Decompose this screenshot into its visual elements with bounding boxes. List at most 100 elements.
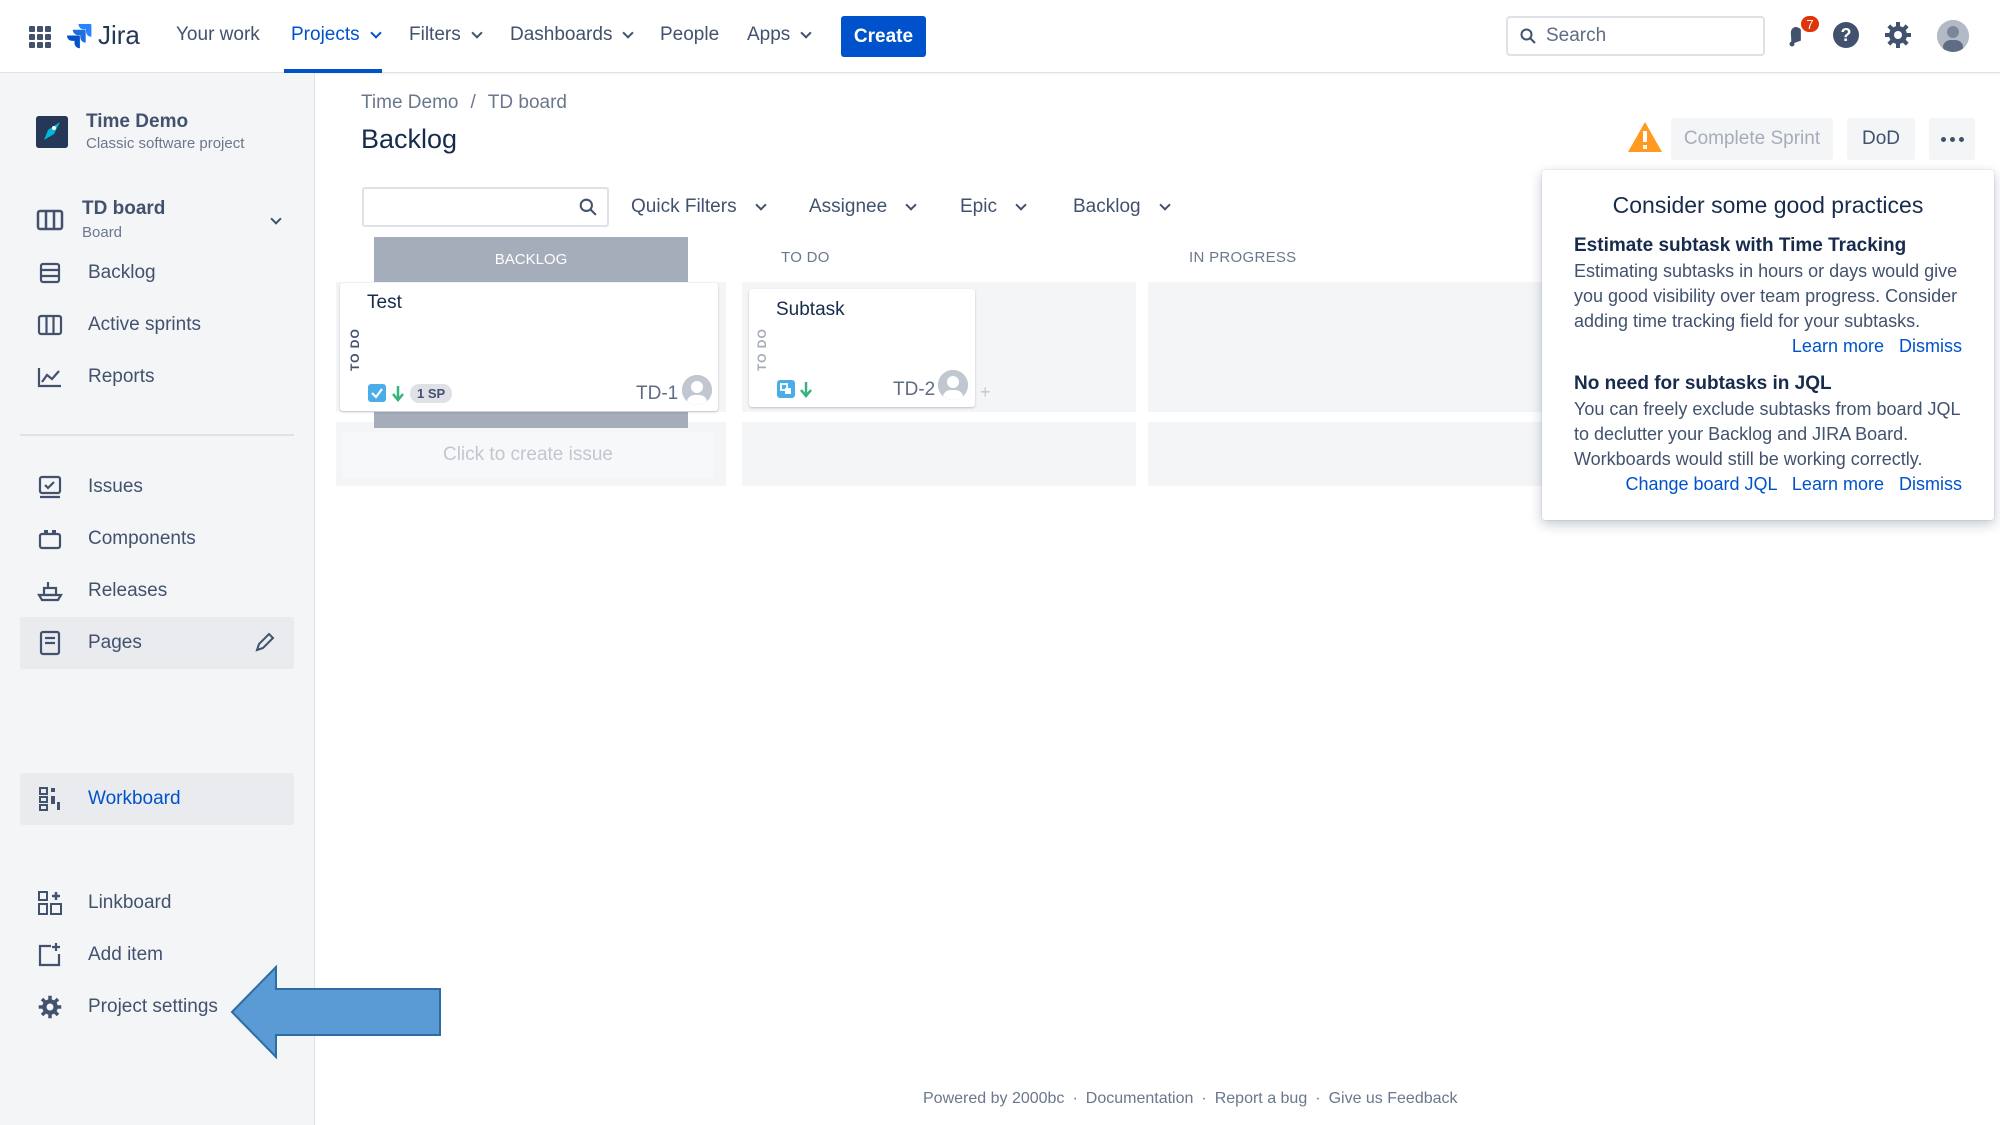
pages-icon <box>36 629 64 657</box>
sidebar-item-linkboard[interactable]: Linkboard <box>20 877 294 929</box>
page-title: Backlog <box>361 124 458 154</box>
sidebar-item-pages[interactable]: Pages <box>20 617 294 669</box>
column-header-todo: TO DO <box>781 249 830 266</box>
pointer-arrow-annotation <box>230 965 441 1059</box>
change-board-jql-link[interactable]: Change board JQL <box>1625 474 1776 494</box>
assignee-avatar[interactable] <box>682 375 712 405</box>
issues-icon <box>36 473 64 501</box>
app-switcher-icon[interactable] <box>29 26 51 48</box>
create-issue-button[interactable]: Click to create issue <box>342 432 714 478</box>
card-key[interactable]: TD-1 <box>636 383 678 405</box>
user-avatar[interactable] <box>1937 20 1969 52</box>
breadcrumb-project[interactable]: Time Demo <box>361 92 458 114</box>
user-photo-icon <box>1937 20 1969 52</box>
board-search-input[interactable] <box>362 187 609 227</box>
priority-low-icon <box>392 386 404 402</box>
sidebar-item-label: Linkboard <box>88 892 172 913</box>
sidebar-item-active-sprints[interactable]: Active sprints <box>20 299 294 351</box>
card-status-label: TO DO <box>348 328 362 371</box>
footer-report-bug-link[interactable]: Report a bug <box>1215 1090 1308 1108</box>
footer: Powered by 2000bc · Documentation · Repo… <box>923 1090 1458 1108</box>
nav-filters[interactable]: Filters <box>409 24 483 46</box>
filter-label: Assignee <box>809 196 888 217</box>
edit-pencil-icon[interactable] <box>254 631 276 659</box>
board-icon <box>36 311 64 339</box>
releases-icon <box>36 577 64 605</box>
breadcrumb-board[interactable]: TD board <box>488 92 567 114</box>
create-button[interactable]: Create <box>841 16 926 57</box>
nav-projects[interactable]: Projects <box>291 24 382 46</box>
sidebar-item-backlog[interactable]: Backlog <box>20 247 294 299</box>
sidebar-item-label: Reports <box>88 366 155 387</box>
settings-button[interactable] <box>1883 20 1915 52</box>
tip-body: Estimating subtasks in hours or days wou… <box>1574 261 1958 331</box>
more-actions-button[interactable] <box>1929 118 1975 160</box>
add-subtask-plus-icon[interactable]: + <box>980 382 991 403</box>
issue-card[interactable]: TO DO Test 1 SP TD-1 <box>340 283 718 411</box>
notification-badge: 7 <box>1799 14 1821 34</box>
search-input[interactable]: Search <box>1506 16 1765 56</box>
project-header[interactable]: Time Demo Classic software project <box>36 111 244 152</box>
chevron-down-icon <box>1015 198 1027 211</box>
nav-label: Your work <box>176 24 260 45</box>
sidebar-item-label: Issues <box>88 476 143 497</box>
card-key[interactable]: TD-2 <box>893 379 935 401</box>
task-type-icon <box>368 384 386 402</box>
footer-feedback-link[interactable]: Give us Feedback <box>1329 1090 1458 1108</box>
epic-dropdown[interactable]: Epic <box>960 196 1027 218</box>
footer-documentation-link[interactable]: Documentation <box>1086 1090 1194 1108</box>
chevron-down-icon <box>754 198 767 211</box>
sidebar-item-components[interactable]: Components <box>20 513 294 565</box>
backlog-icon <box>36 259 64 287</box>
todo-create-lane <box>742 422 1136 486</box>
board-name: TD board <box>82 198 166 219</box>
complete-sprint-button[interactable]: Complete Sprint <box>1671 118 1833 160</box>
priority-low-icon <box>800 382 812 398</box>
footer-separator: · <box>1072 1090 1078 1107</box>
learn-more-link[interactable]: Learn more <box>1792 474 1884 494</box>
dod-button[interactable]: DoD <box>1847 118 1915 160</box>
sidebar-item-label: Components <box>88 528 196 549</box>
breadcrumb-separator: / <box>470 92 476 113</box>
assignee-avatar[interactable] <box>938 370 968 400</box>
board-switcher[interactable]: TD board Board <box>36 198 286 241</box>
learn-more-link[interactable]: Learn more <box>1792 336 1884 356</box>
quick-filters-dropdown[interactable]: Quick Filters <box>631 196 767 218</box>
nav-dashboards[interactable]: Dashboards <box>510 24 635 46</box>
gear-icon <box>36 993 64 1021</box>
issue-card[interactable]: TO DO Subtask TD-2 <box>749 289 975 407</box>
dismiss-link[interactable]: Dismiss <box>1899 474 1962 494</box>
search-placeholder: Search <box>1546 25 1607 46</box>
chevron-down-icon <box>1158 198 1171 211</box>
sidebar-item-label: Backlog <box>88 262 156 283</box>
jira-logo-icon <box>67 23 92 48</box>
backlog-column-footer <box>374 412 688 428</box>
board-type: Board <box>82 224 123 241</box>
nav-your-work[interactable]: Your work <box>176 24 260 46</box>
assignee-dropdown[interactable]: Assignee <box>809 196 917 218</box>
chevron-down-icon <box>800 26 812 39</box>
help-button[interactable]: ? <box>1831 20 1863 52</box>
warning-icon[interactable] <box>1627 120 1663 154</box>
jira-logo[interactable]: Jira <box>66 20 140 51</box>
dismiss-link[interactable]: Dismiss <box>1899 336 1962 356</box>
in-progress-create-lane <box>1148 422 1542 486</box>
footer-separator: · <box>1201 1090 1207 1107</box>
sidebar-divider <box>20 434 294 436</box>
chevron-down-icon <box>266 210 282 228</box>
project-type: Classic software project <box>86 135 245 152</box>
filter-label: Epic <box>960 196 997 217</box>
sidebar-item-reports[interactable]: Reports <box>20 351 294 403</box>
sidebar-item-releases[interactable]: Releases <box>20 565 294 617</box>
sidebar-item-label: Project settings <box>88 996 218 1017</box>
nav-label: Projects <box>291 24 360 45</box>
sidebar-item-issues[interactable]: Issues <box>20 461 294 513</box>
chevron-down-icon <box>622 26 635 39</box>
tip-links: Change board JQL Learn more Dismiss <box>1574 472 1962 497</box>
nav-people[interactable]: People <box>660 24 719 46</box>
project-name: Time Demo <box>86 111 189 132</box>
story-points-badge: 1 SP <box>410 384 453 403</box>
nav-apps[interactable]: Apps <box>747 24 812 46</box>
sidebar-item-workboard[interactable]: Workboard <box>20 773 294 825</box>
backlog-dropdown[interactable]: Backlog <box>1073 196 1171 218</box>
